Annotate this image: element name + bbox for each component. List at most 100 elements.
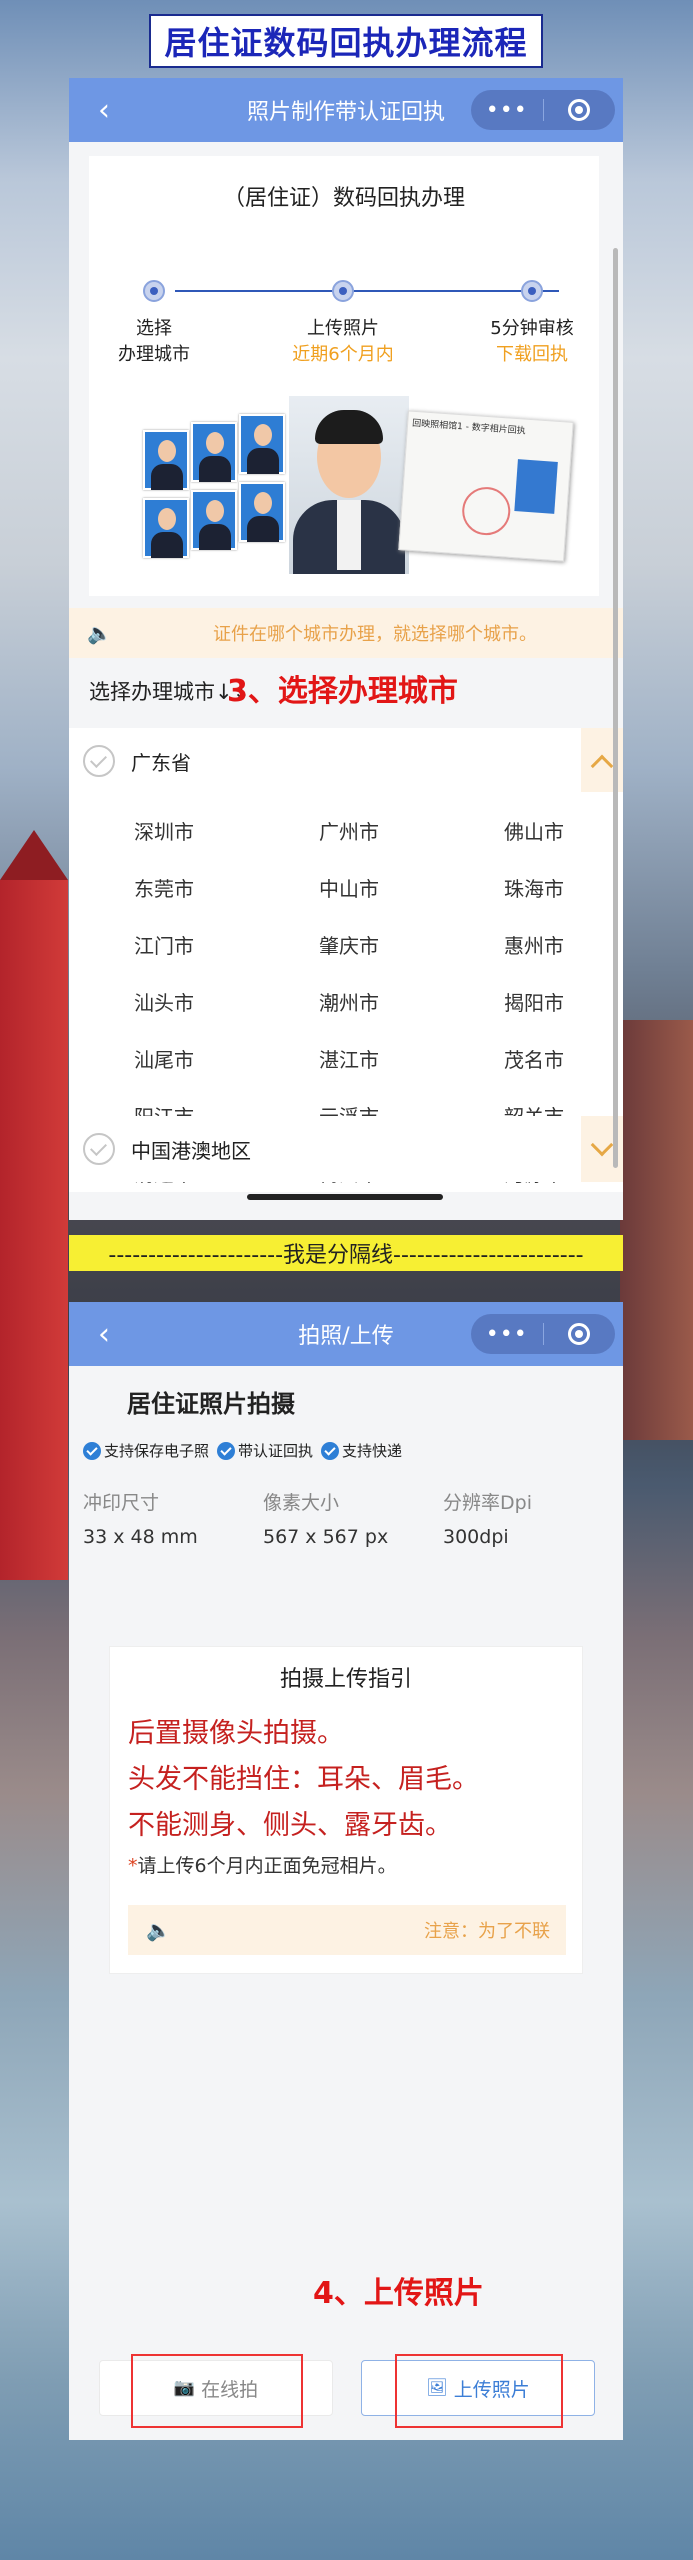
city-item[interactable]: 揭阳市 xyxy=(459,987,609,1016)
check-icon xyxy=(83,1441,101,1460)
spec-label-dpi: 分辨率Dpi xyxy=(443,1492,532,1514)
feature-tag: 支持保存电子照 xyxy=(83,1440,209,1461)
step-1-title: 选择 xyxy=(136,318,172,339)
city-item[interactable]: 东莞市 xyxy=(89,873,239,902)
shooting-guide-card: 拍摄上传指引 后置摄像头拍摄。 头发不能挡住：耳朵、眉毛。 不能测身、侧头、露牙… xyxy=(109,1646,583,1974)
notice-bar: 🔈 证件在哪个城市办理，就选择哪个城市。 xyxy=(69,608,623,658)
back-icon[interactable]: ‹ xyxy=(87,92,121,128)
check-icon xyxy=(321,1441,340,1460)
step-1-label: 选择 办理城市 xyxy=(79,316,229,368)
speaker-icon: 🔈 xyxy=(146,1918,171,1942)
mini-program-capsule: ••• xyxy=(471,90,615,130)
check-circle-icon xyxy=(83,745,115,777)
brown-house-illustration xyxy=(620,1020,693,1440)
city-item[interactable]: 珠海市 xyxy=(459,873,609,902)
sample-photos-banner: 回映照相馆1 - 数字相片回执 xyxy=(103,396,574,576)
id-photo-thumb xyxy=(191,490,237,550)
step-1-sub: 办理城市 xyxy=(118,344,190,365)
id-photo-thumb xyxy=(143,498,189,558)
spec-value-pixel-size: 567 x 567 px xyxy=(263,1526,389,1548)
highlight-box-upload xyxy=(395,2354,563,2428)
city-item[interactable]: 汕头市 xyxy=(89,987,239,1016)
nav-bar: ‹ 拍照/上传 ••• xyxy=(69,1302,623,1366)
guide-note: *请上传6个月内正面免冠相片。 xyxy=(128,1851,397,1878)
city-item[interactable]: 茂名市 xyxy=(459,1044,609,1073)
page-title: 居住证数码回执办理流程 xyxy=(164,24,528,62)
step-dot-1 xyxy=(143,280,165,302)
steps-connector-line xyxy=(175,290,559,292)
highlight-box-camera xyxy=(131,2354,303,2428)
nav-bar: ‹ 照片制作带认证回执 ••• xyxy=(69,78,623,142)
check-circle-icon xyxy=(83,1133,115,1165)
feature-tag-label: 支持快递 xyxy=(342,1442,403,1460)
mini-program-capsule: ••• xyxy=(471,1314,615,1354)
more-icon[interactable]: ••• xyxy=(471,98,543,123)
annotation-step-3: 3、选择办理城市 xyxy=(227,674,458,709)
step-2-label: 上传照片 近期6个月内 xyxy=(268,316,418,368)
guide-title: 拍摄上传指引 xyxy=(279,1667,412,1692)
city-item[interactable]: 广州市 xyxy=(274,816,424,845)
speaker-icon: 🔈 xyxy=(87,621,112,645)
spec-title: 居住证照片拍摄 xyxy=(127,1390,295,1418)
step-dot-3 xyxy=(521,280,543,302)
guide-line: 后置摄像头拍摄。 xyxy=(128,1718,344,1749)
guide-notice-bar: 🔈 注意：为了不联 xyxy=(128,1905,566,1955)
page-title-box: 居住证数码回执办理流程 xyxy=(149,14,543,68)
nav-title: 拍照/上传 xyxy=(298,1324,394,1349)
feature-tag: 带认证回执 xyxy=(217,1440,313,1461)
city-item[interactable]: 深圳市 xyxy=(89,816,239,845)
guide-line: 头发不能挡住：耳朵、眉毛。 xyxy=(128,1764,479,1795)
sample-portrait xyxy=(289,396,409,574)
step-3-sub: 下载回执 xyxy=(496,344,568,365)
id-photo-thumb xyxy=(191,422,237,482)
step-2-title: 上传照片 xyxy=(307,318,379,339)
city-item[interactable]: 惠州市 xyxy=(459,930,609,959)
spec-value-dpi: 300dpi xyxy=(443,1526,509,1548)
home-indicator xyxy=(247,1194,443,1200)
step-3-title: 5分钟审核 xyxy=(490,318,574,339)
feature-tag-label: 带认证回执 xyxy=(238,1442,314,1460)
scrollbar[interactable] xyxy=(613,248,618,1168)
city-item[interactable]: 佛山市 xyxy=(459,816,609,845)
close-icon[interactable] xyxy=(544,99,616,121)
divider-bar: ----------------------我是分隔线-------------… xyxy=(69,1235,623,1271)
phone-screen-upload: ‹ 拍照/上传 ••• 居住证照片拍摄 支持保存电子照 带认证回执 支持快递 冲… xyxy=(69,1302,623,2440)
step-dot-2 xyxy=(332,280,354,302)
guide-note-text: 请上传6个月内正面免冠相片。 xyxy=(137,1855,397,1877)
spec-value-print-size: 33 x 48 mm xyxy=(83,1526,198,1548)
nav-title: 照片制作带认证回执 xyxy=(246,100,445,125)
city-item[interactable]: 湛江市 xyxy=(274,1044,424,1073)
receipt-card-image: 回映照相馆1 - 数字相片回执 xyxy=(398,410,574,562)
city-item[interactable]: 潮州市 xyxy=(274,987,424,1016)
more-icon[interactable]: ••• xyxy=(471,1322,543,1347)
feature-tag-label: 支持保存电子照 xyxy=(104,1442,210,1460)
id-photo-thumb xyxy=(239,414,285,474)
step-3-label: 5分钟审核 下载回执 xyxy=(457,316,607,368)
id-photo-thumb xyxy=(239,482,285,542)
guide-line: 不能测身、侧头、露牙齿。 xyxy=(128,1810,452,1841)
id-photo-thumb xyxy=(143,430,189,490)
back-icon[interactable]: ‹ xyxy=(87,1316,121,1352)
notice-text: 证件在哪个城市办理，就选择哪个城市。 xyxy=(213,624,537,645)
city-item[interactable]: 江门市 xyxy=(89,930,239,959)
feature-tag: 支持快递 xyxy=(321,1440,402,1461)
feature-tags: 支持保存电子照 带认证回执 支持快递 xyxy=(83,1440,410,1461)
phone-screen-select-city: ‹ 照片制作带认证回执 ••• （居住证）数码回执办理 选择 办理城市 上传照片… xyxy=(69,78,623,1220)
receipt-card-header: 回映照相馆1 - 数字相片回执 xyxy=(411,418,526,437)
step-2-sub: 近期6个月内 xyxy=(292,344,394,365)
province-row-hk-macau[interactable]: 中国港澳地区 xyxy=(69,1116,623,1182)
red-house-illustration xyxy=(0,830,68,1580)
city-item[interactable]: 肇庆市 xyxy=(274,930,424,959)
check-icon xyxy=(217,1441,236,1460)
process-steps-card: （居住证）数码回执办理 选择 办理城市 上传照片 近期6个月内 5分钟审核 下载… xyxy=(89,156,599,596)
province-name: 广东省 xyxy=(131,750,191,775)
province-name: 中国港澳地区 xyxy=(131,1138,251,1163)
close-icon[interactable] xyxy=(544,1323,616,1345)
steps-title: （居住证）数码回执办理 xyxy=(222,186,465,211)
province-row-guangdong[interactable]: 广东省 xyxy=(69,728,623,794)
spec-label-print-size: 冲印尺寸 xyxy=(83,1492,160,1514)
required-star: * xyxy=(128,1855,138,1877)
guide-notice-text: 注意：为了不联 xyxy=(424,1921,550,1942)
city-item[interactable]: 汕尾市 xyxy=(89,1044,239,1073)
city-item[interactable]: 中山市 xyxy=(274,873,424,902)
